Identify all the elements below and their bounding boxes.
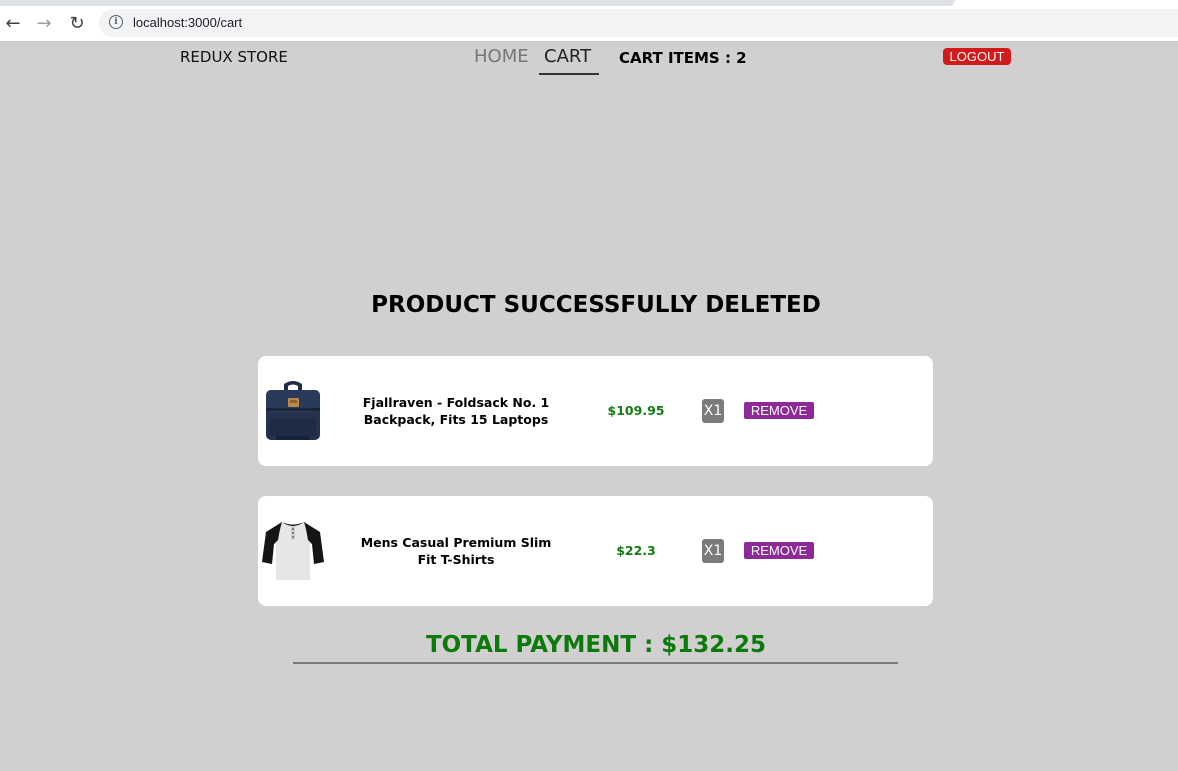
quantity-badge: X1 xyxy=(702,539,724,563)
tab-strip xyxy=(0,0,955,6)
product-price: $22.3 xyxy=(616,543,656,558)
forward-arrow-icon[interactable]: → xyxy=(33,12,55,34)
total-divider xyxy=(293,662,898,664)
cart-items-count: CART ITEMS : 2 xyxy=(619,49,747,67)
backpack-icon xyxy=(262,378,324,444)
url-text[interactable]: localhost:3000/cart xyxy=(133,15,242,30)
nav-home-link[interactable]: HOME xyxy=(474,46,529,67)
remove-button[interactable]: REMOVE xyxy=(744,542,814,559)
logout-button[interactable]: LOGOUT xyxy=(943,48,1011,65)
status-message: PRODUCT SUCCESSFULLY DELETED xyxy=(371,292,821,318)
total-payment: TOTAL PAYMENT : $132.25 xyxy=(425,632,767,658)
product-title: Fjallraven - Foldsack No. 1 Backpack, Fi… xyxy=(362,395,550,427)
chrome-divider xyxy=(0,41,1178,42)
address-bar[interactable]: i localhost:3000/cart xyxy=(99,9,1178,37)
reload-icon[interactable]: ↻ xyxy=(66,12,88,34)
tshirt-icon xyxy=(262,518,324,584)
browser-toolbar: ← → ↻ i localhost:3000/cart xyxy=(0,0,1178,42)
remove-button[interactable]: REMOVE xyxy=(744,402,814,419)
nav-cart-link[interactable]: CART xyxy=(544,46,591,67)
back-arrow-icon[interactable]: ← xyxy=(2,12,24,34)
quantity-badge: X1 xyxy=(702,399,724,423)
brand-logo[interactable]: REDUX STORE xyxy=(180,48,288,66)
product-title: Mens Casual Premium Slim Fit T-Shirts xyxy=(360,535,552,567)
active-nav-indicator xyxy=(539,73,599,75)
product-price: $109.95 xyxy=(607,403,665,418)
cart-item: Mens Casual Premium Slim Fit T-Shirts $2… xyxy=(258,496,933,606)
cart-item: Fjallraven - Foldsack No. 1 Backpack, Fi… xyxy=(258,356,933,466)
info-icon[interactable]: i xyxy=(109,15,123,29)
